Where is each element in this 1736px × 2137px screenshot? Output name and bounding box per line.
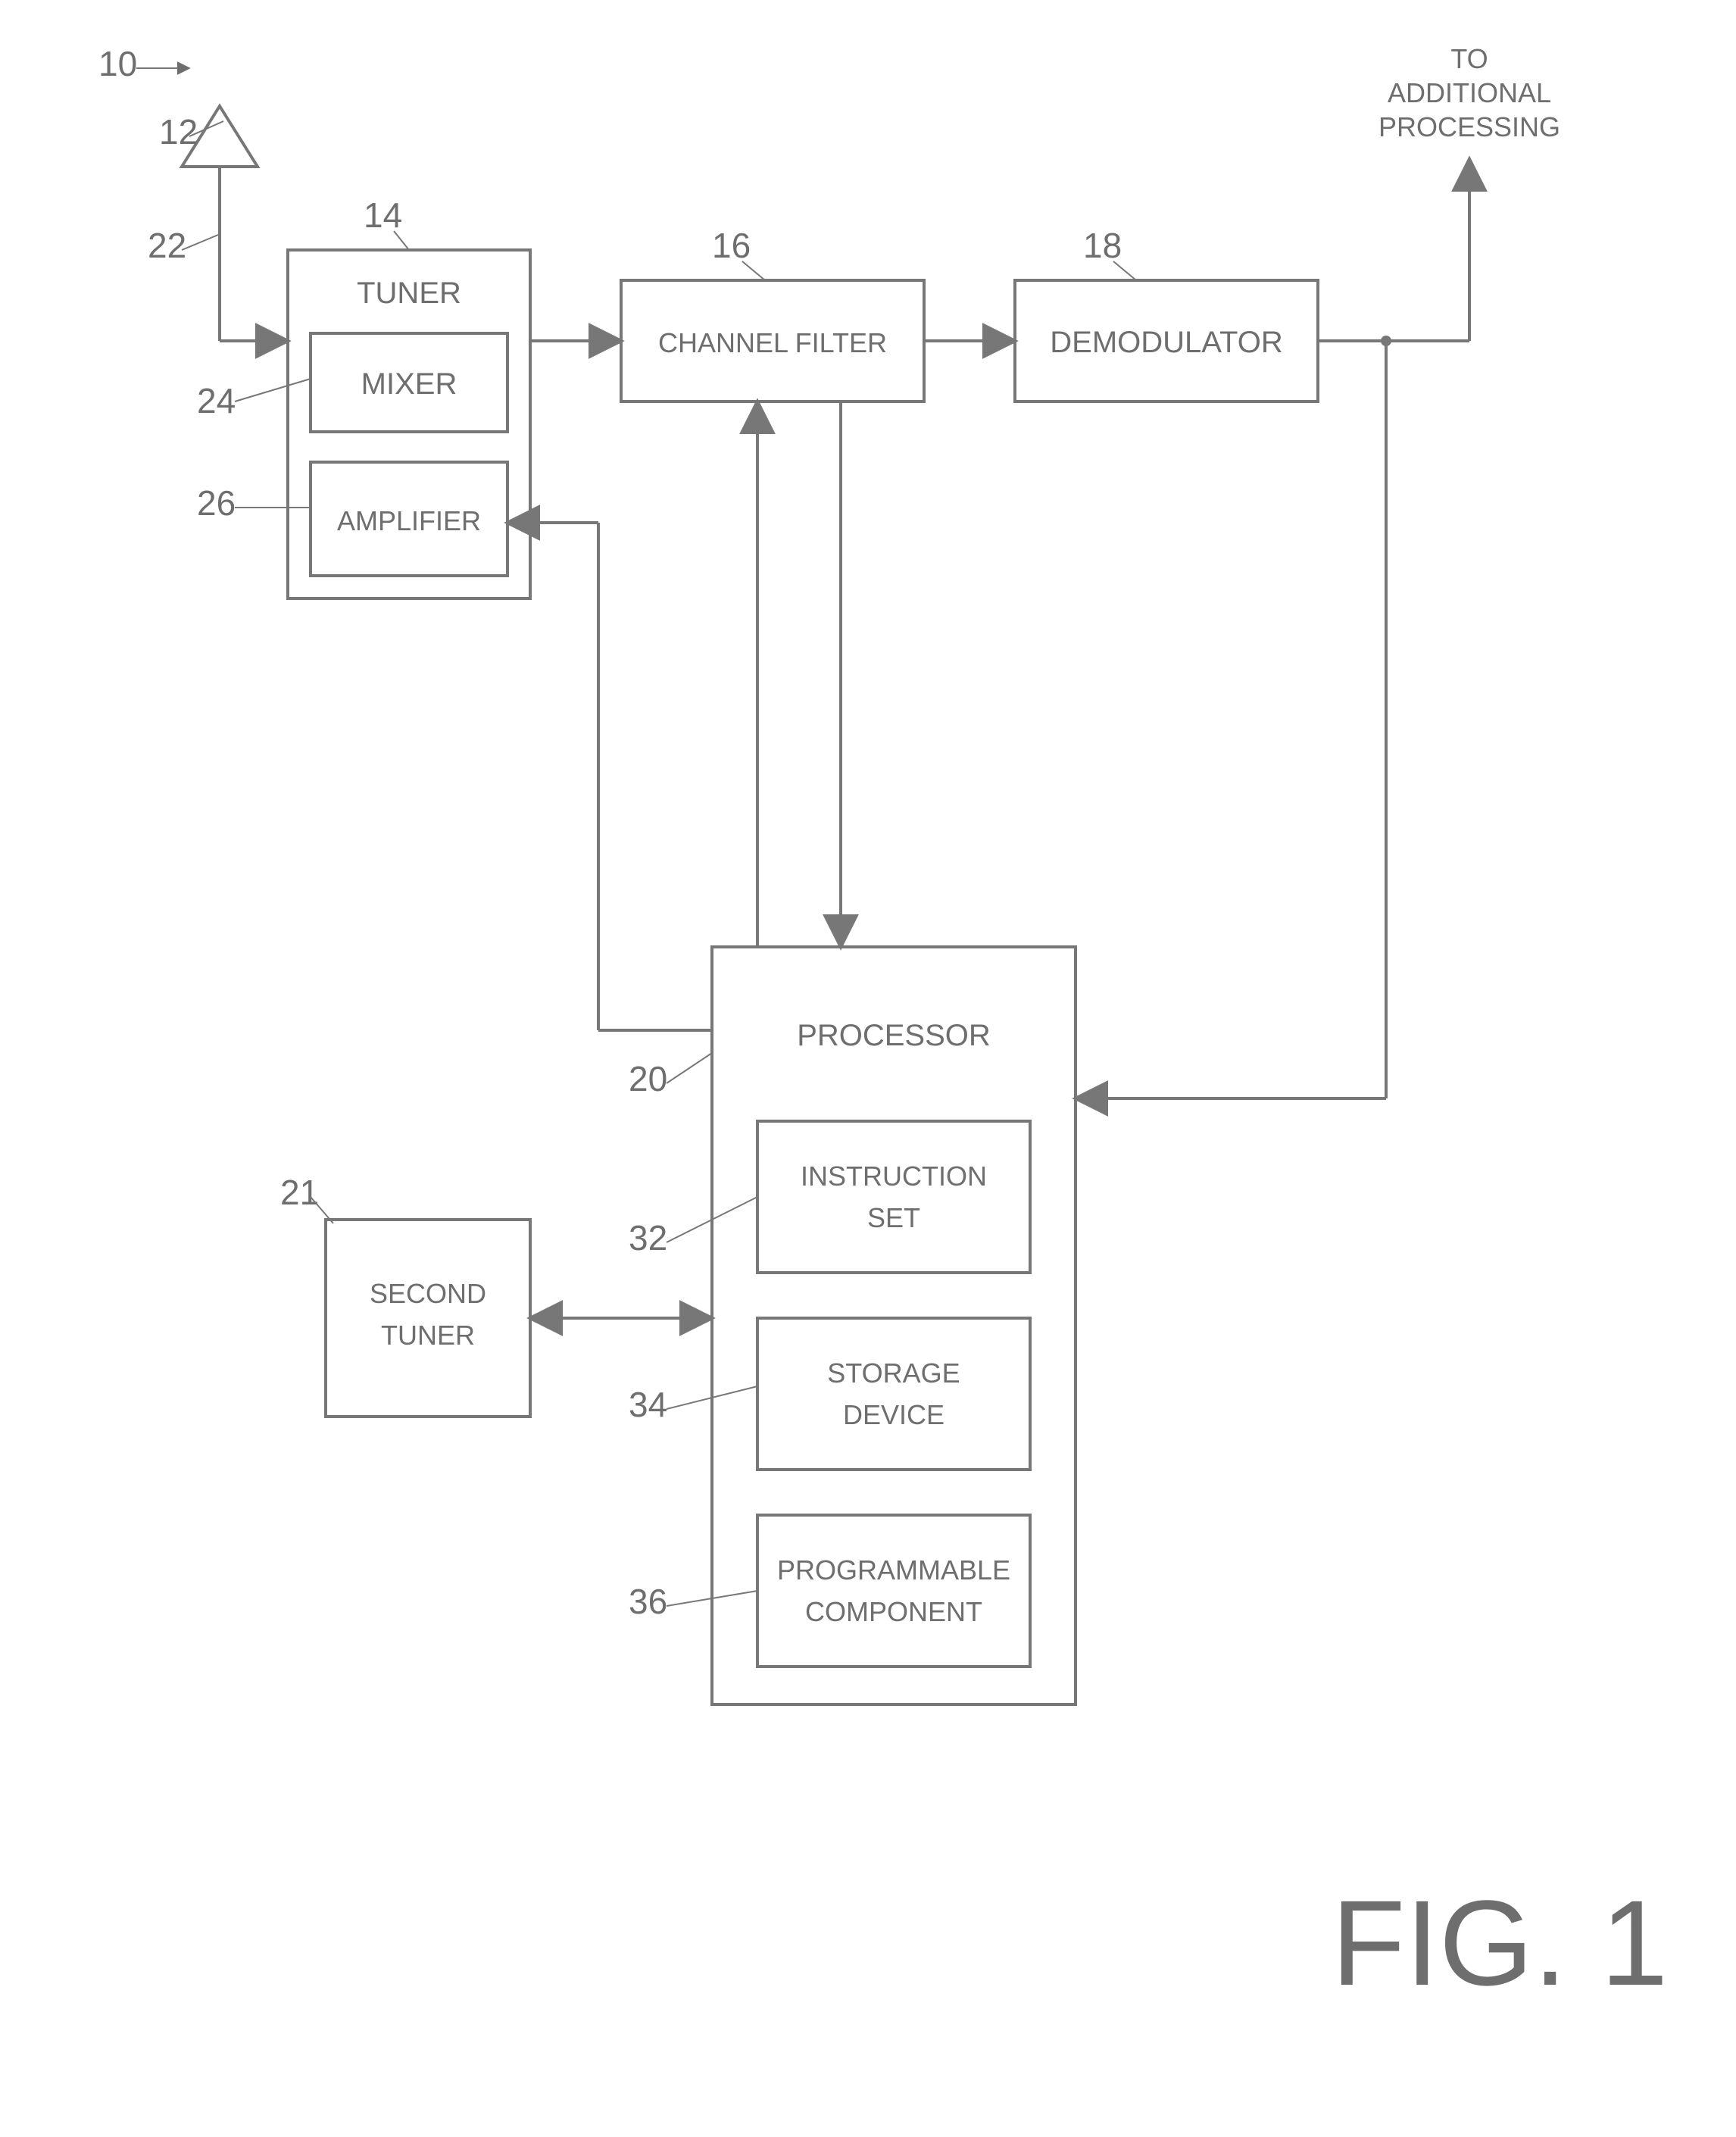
ref-36: 36	[629, 1582, 667, 1621]
ref-14: 14	[364, 195, 402, 235]
channel-filter-label: CHANNEL FILTER	[658, 327, 887, 358]
second-tuner-block	[326, 1220, 530, 1417]
processor-label: PROCESSOR	[797, 1019, 991, 1052]
block-diagram-figure: TUNER MIXER AMPLIFIER CHANNEL FILTER DEM…	[0, 0, 1736, 2137]
ref-21: 21	[280, 1173, 319, 1212]
programmable-component-label-1: PROGRAMMABLE	[777, 1554, 1010, 1586]
second-tuner-label-1: SECOND	[370, 1278, 486, 1309]
storage-device-label-1: STORAGE	[827, 1357, 960, 1389]
ref-10: 10	[98, 44, 137, 83]
ref-24: 24	[197, 381, 236, 420]
storage-device-block	[757, 1318, 1030, 1470]
output-label-1: TO	[1450, 43, 1488, 74]
demodulator-label: DEMODULATOR	[1050, 326, 1282, 359]
mixer-label: MIXER	[361, 367, 457, 401]
processor-container	[712, 947, 1076, 1704]
ref-12: 12	[159, 112, 198, 152]
ref-32: 32	[629, 1218, 667, 1258]
instruction-set-label-2: SET	[867, 1202, 920, 1233]
ref-16: 16	[712, 226, 751, 265]
instruction-set-block	[757, 1121, 1030, 1273]
output-label-2: ADDITIONAL	[1388, 77, 1551, 108]
instruction-set-label-1: INSTRUCTION	[801, 1161, 987, 1192]
second-tuner-label-2: TUNER	[381, 1320, 475, 1351]
programmable-component-label-2: COMPONENT	[805, 1596, 982, 1627]
output-label-3: PROCESSING	[1378, 111, 1560, 142]
ref-18: 18	[1083, 226, 1122, 265]
ref-34: 34	[629, 1385, 667, 1424]
ref-22: 22	[148, 226, 186, 265]
ref-20: 20	[629, 1059, 667, 1098]
amplifier-label: AMPLIFIER	[337, 505, 481, 536]
tuner-label: TUNER	[357, 276, 461, 310]
ref-26: 26	[197, 483, 236, 523]
storage-device-label-2: DEVICE	[843, 1399, 944, 1430]
figure-label: FIG. 1	[1332, 1875, 1669, 2010]
programmable-component-block	[757, 1515, 1030, 1667]
